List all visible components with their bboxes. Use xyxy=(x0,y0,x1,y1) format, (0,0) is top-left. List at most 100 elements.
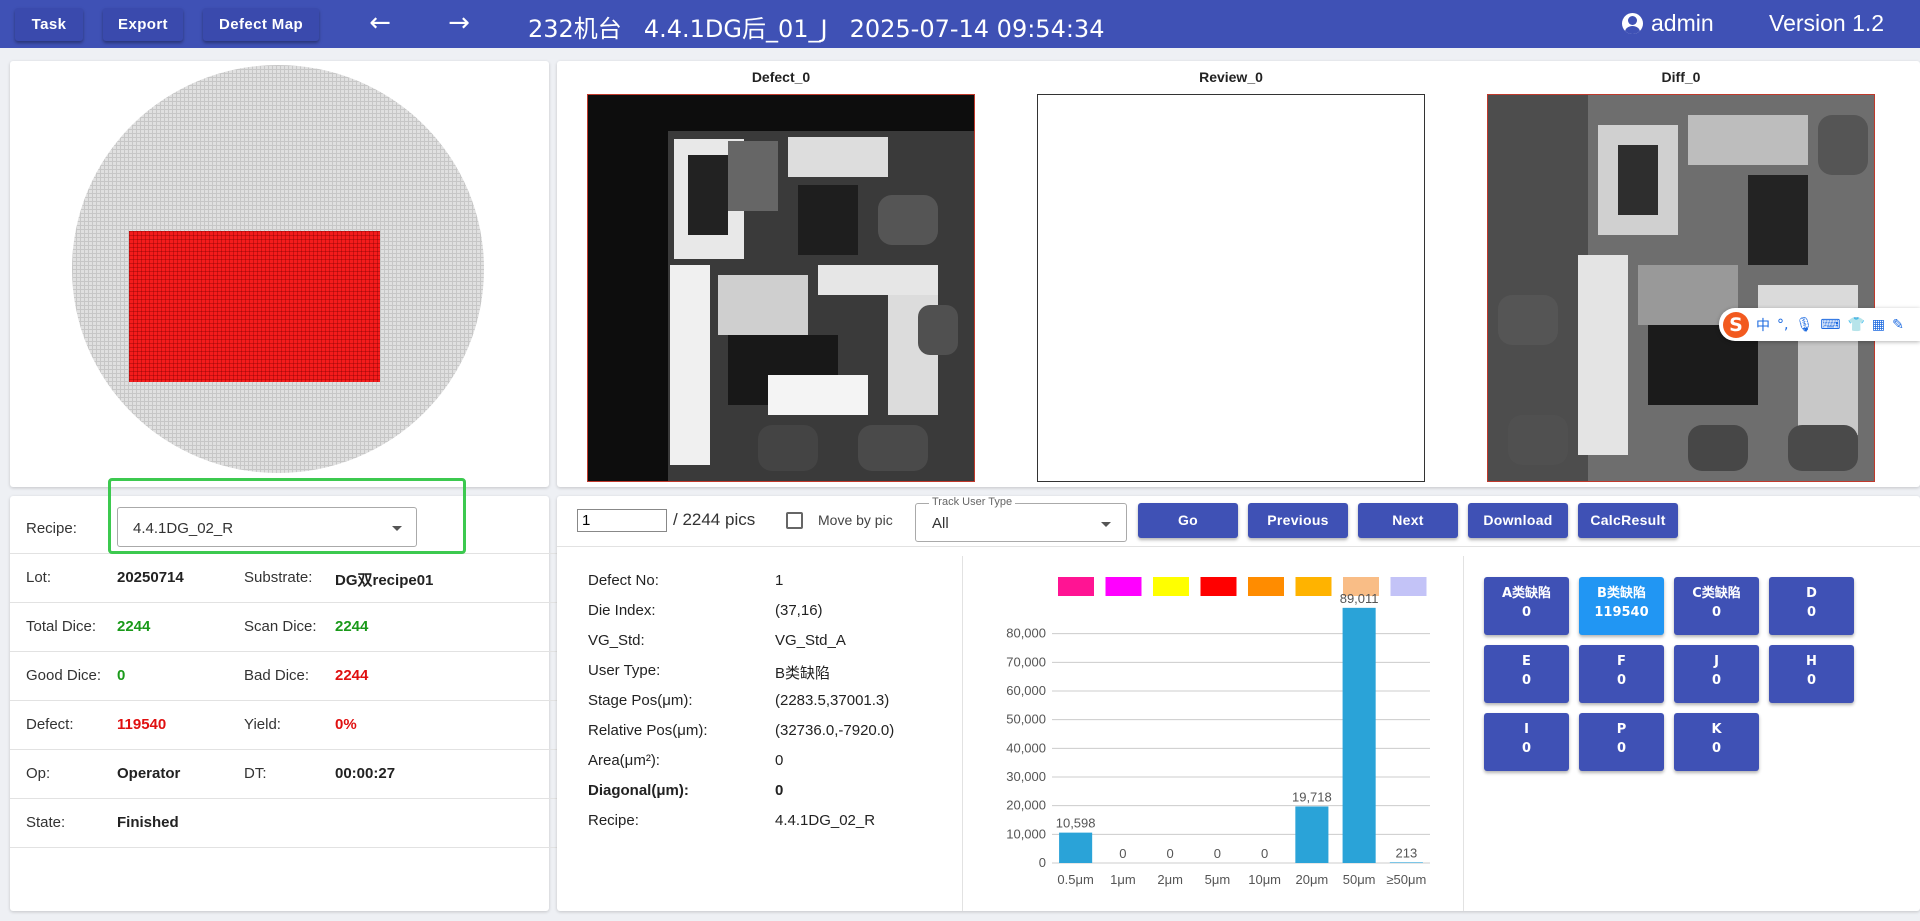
category-button[interactable]: D0 xyxy=(1769,577,1854,635)
lot-value: 20250714 xyxy=(117,569,184,586)
move-by-pic-checkbox[interactable] xyxy=(786,512,803,529)
legend-swatch xyxy=(1058,577,1094,596)
ime-punctuation-icon[interactable]: °, xyxy=(1777,317,1788,333)
version-label: Version 1.2 xyxy=(1769,10,1885,36)
calc-result-button[interactable]: CalcResult xyxy=(1578,503,1678,538)
next-button[interactable]: Next xyxy=(1358,503,1458,538)
detail-label: Recipe: xyxy=(588,812,639,829)
wafer-map[interactable] xyxy=(72,65,484,473)
category-button[interactable]: F0 xyxy=(1579,645,1664,703)
dt-label: DT: xyxy=(244,765,267,782)
category-count: 0 xyxy=(1521,741,1532,756)
data-label: 19,718 xyxy=(1292,789,1332,804)
grid-icon[interactable]: ▦ xyxy=(1872,317,1885,333)
recipe-select[interactable]: 4.4.1DG_02_R xyxy=(117,507,417,547)
yield-label: Yield: xyxy=(244,716,281,733)
category-count: 119540 xyxy=(1594,605,1649,620)
legend-swatch xyxy=(1105,577,1142,596)
data-label: 213 xyxy=(1396,845,1418,860)
dice-row: Total Dice: 2244 Scan Dice: 2244 xyxy=(10,603,558,652)
download-button[interactable]: Download xyxy=(1468,503,1568,538)
x-tick-label: 0.5μm xyxy=(1057,872,1093,887)
keyboard-icon[interactable]: ⌨ xyxy=(1820,317,1840,333)
op-dt-row: Op: Operator DT: 00:00:27 xyxy=(10,750,558,799)
chevron-down-icon xyxy=(1101,522,1111,527)
export-button[interactable]: Export xyxy=(103,8,183,41)
ime-toolbar[interactable]: S 中 °, 🎙 ⌨ 👕 ▦ ✎ xyxy=(1719,308,1920,341)
x-tick-label: 10μm xyxy=(1248,872,1281,887)
ime-mode-label[interactable]: 中 xyxy=(1756,315,1770,335)
review-image[interactable] xyxy=(1037,94,1425,482)
wafer-info-panel: Recipe: Lot: 20250714 Substrate: DG双reci… xyxy=(10,496,558,911)
track-user-type-legend: Track User Type xyxy=(929,496,1016,508)
bar xyxy=(1059,832,1093,863)
defect-yield-row: Defect: 119540 Yield: 0% xyxy=(10,701,558,750)
user-menu[interactable]: admin xyxy=(1622,10,1714,37)
category-button[interactable]: E0 xyxy=(1484,645,1569,703)
category-button[interactable]: J0 xyxy=(1674,645,1759,703)
category-button[interactable]: P0 xyxy=(1579,713,1664,771)
category-name: B类缺陷 xyxy=(1597,586,1646,601)
op-label: Op: xyxy=(26,765,51,782)
page-number-input[interactable] xyxy=(577,509,667,532)
category-count: 0 xyxy=(1711,605,1722,620)
category-name: P xyxy=(1616,722,1627,737)
diff-image[interactable] xyxy=(1487,94,1875,482)
task-button[interactable]: Task xyxy=(15,8,83,41)
page-title: 232机台 4.4.1DG后_01_J 2025-07-14 09:54:34 xyxy=(528,9,1126,44)
user-name: admin xyxy=(1651,10,1714,36)
defect-label: Defect: xyxy=(26,716,74,733)
bar xyxy=(1295,806,1329,863)
scan-dice-value: 2244 xyxy=(335,618,369,635)
data-label: 0 xyxy=(1214,846,1221,861)
category-button[interactable]: A类缺陷 0 xyxy=(1484,577,1569,635)
category-name: A类缺陷 xyxy=(1501,586,1552,601)
defect-map-button[interactable]: Defect Map xyxy=(203,8,319,41)
y-tick-label: 10,000 xyxy=(1006,826,1046,841)
y-tick-label: 50,000 xyxy=(1006,712,1046,727)
settings-icon[interactable]: ✎ xyxy=(1892,317,1904,333)
x-tick-label: 20μm xyxy=(1295,872,1328,887)
category-button[interactable]: K0 xyxy=(1674,713,1759,771)
category-button[interactable]: H0 xyxy=(1769,645,1854,703)
category-count: 0 xyxy=(1806,673,1817,688)
defect-value: 119540 xyxy=(117,716,167,733)
title-machine: 232机台 xyxy=(528,15,622,43)
bar xyxy=(1389,862,1423,863)
chevron-down-icon xyxy=(392,526,402,531)
bad-dice-value: 2244 xyxy=(335,667,369,684)
x-tick-label: ≥50μm xyxy=(1386,872,1426,887)
microphone-icon[interactable]: 🎙 xyxy=(1795,317,1813,333)
account-circle-icon xyxy=(1622,13,1643,34)
category-count: 0 xyxy=(1616,673,1627,688)
legend-swatch xyxy=(1153,577,1189,596)
x-tick-label: 1μm xyxy=(1110,872,1136,887)
category-name: E xyxy=(1522,654,1531,669)
x-tick-label: 2μm xyxy=(1157,872,1183,887)
detail-value: 1 xyxy=(775,572,784,589)
dt-value: 00:00:27 xyxy=(335,765,396,782)
detail-label: Die Index: xyxy=(588,602,656,619)
back-arrow-icon[interactable]: ← xyxy=(360,8,400,41)
state-value: Finished xyxy=(117,814,179,831)
data-label: 0 xyxy=(1261,846,1268,861)
top-bar: Task Export Defect Map ← → 232机台 4.4.1DG后… xyxy=(0,0,1920,48)
category-button[interactable]: C类缺陷 0 xyxy=(1674,577,1759,635)
defect-image[interactable] xyxy=(587,94,975,482)
forward-arrow-icon[interactable]: → xyxy=(439,8,479,41)
detail-value: (2283.5,37001.3) xyxy=(775,692,890,709)
good-dice-label: Good Dice: xyxy=(26,667,102,684)
category-button[interactable]: I0 xyxy=(1484,713,1569,771)
ime-logo-icon: S xyxy=(1723,311,1749,338)
category-count: 0 xyxy=(1616,741,1627,756)
y-tick-label: 40,000 xyxy=(1006,740,1046,755)
substrate-label: Substrate: xyxy=(244,569,313,586)
previous-button[interactable]: Previous xyxy=(1248,503,1348,538)
legend-swatch xyxy=(1390,577,1427,596)
y-tick-label: 60,000 xyxy=(1006,683,1046,698)
y-tick-label: 80,000 xyxy=(1006,626,1046,641)
skin-icon[interactable]: 👕 xyxy=(1847,317,1864,333)
divider xyxy=(557,546,1920,547)
category-button[interactable]: B类缺陷 119540 xyxy=(1579,577,1664,635)
go-button[interactable]: Go xyxy=(1138,503,1238,538)
